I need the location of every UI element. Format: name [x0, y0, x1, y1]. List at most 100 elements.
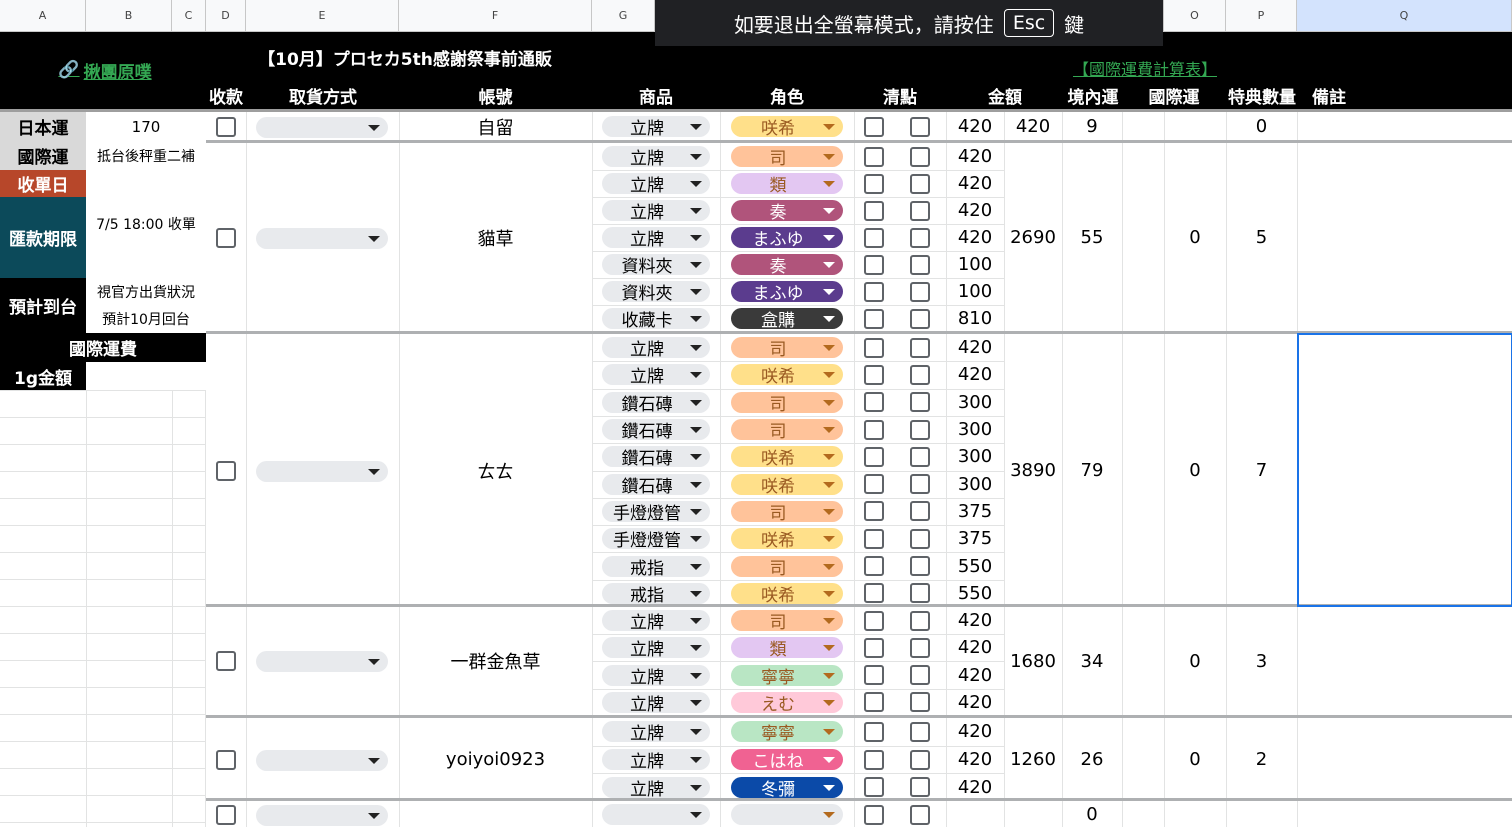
character-chip[interactable]: 咲希 — [731, 446, 843, 469]
column-header-2[interactable]: B — [86, 0, 172, 32]
check-box-1[interactable] — [864, 474, 884, 495]
check-box-1[interactable] — [864, 446, 884, 467]
check-box-1[interactable] — [864, 777, 884, 798]
check-box-2[interactable] — [910, 528, 930, 549]
intl-fee-calculator-link[interactable]: 【國際運費計算表】 — [1065, 56, 1225, 80]
product-dropdown[interactable]: 立牌 — [602, 227, 710, 250]
product-dropdown[interactable]: 戒指 — [602, 582, 710, 606]
check-box-1[interactable] — [864, 637, 884, 658]
check-box-1[interactable] — [864, 721, 884, 742]
check-box-2[interactable] — [910, 364, 930, 385]
product-dropdown[interactable]: 立牌 — [602, 200, 710, 223]
character-chip[interactable]: 盒購 — [731, 308, 843, 331]
check-box-1[interactable] — [864, 364, 884, 385]
product-dropdown[interactable]: 手燈燈管 — [602, 528, 710, 551]
product-dropdown[interactable]: 立牌 — [602, 721, 710, 744]
check-box-2[interactable] — [910, 446, 930, 467]
check-box-1[interactable] — [864, 146, 884, 167]
check-box-1[interactable] — [864, 173, 884, 194]
check-box-2[interactable] — [910, 200, 930, 221]
product-dropdown[interactable]: 立牌 — [602, 337, 710, 360]
check-box-2[interactable] — [910, 583, 930, 604]
product-dropdown[interactable]: 戒指 — [602, 555, 710, 579]
pickup-dropdown[interactable] — [256, 227, 388, 249]
check-box-1[interactable] — [864, 749, 884, 770]
check-box-1[interactable] — [864, 665, 884, 685]
original-post-link[interactable]: 🔗 揪團原噗 — [40, 58, 170, 83]
paid-checkbox[interactable] — [216, 749, 236, 770]
pickup-dropdown[interactable] — [256, 804, 388, 826]
pickup-dropdown[interactable] — [256, 460, 388, 482]
column-header-3[interactable]: C — [172, 0, 206, 32]
product-dropdown[interactable]: 收藏卡 — [602, 308, 710, 331]
character-chip[interactable]: 奏 — [731, 200, 843, 223]
paid-checkbox[interactable] — [216, 804, 236, 825]
check-box-2[interactable] — [910, 637, 930, 658]
pickup-dropdown[interactable] — [256, 651, 388, 673]
check-box-2[interactable] — [910, 501, 930, 522]
product-dropdown[interactable]: 資料夾 — [602, 281, 710, 304]
check-box-2[interactable] — [910, 474, 930, 495]
character-chip[interactable] — [731, 804, 843, 825]
product-dropdown[interactable]: 鑽石磚 — [602, 419, 710, 442]
paid-checkbox[interactable] — [216, 460, 236, 481]
product-dropdown[interactable]: 立牌 — [602, 173, 710, 196]
check-box-1[interactable] — [864, 692, 884, 713]
check-box-2[interactable] — [910, 721, 930, 742]
product-dropdown[interactable]: 手燈燈管 — [602, 500, 710, 524]
check-box-1[interactable] — [864, 556, 884, 577]
check-box-2[interactable] — [910, 610, 930, 631]
character-chip[interactable]: 司 — [731, 500, 843, 524]
product-dropdown[interactable]: 立牌 — [602, 637, 710, 660]
check-box-2[interactable] — [910, 556, 930, 577]
check-box-1[interactable] — [864, 337, 884, 358]
character-chip[interactable]: 奏 — [731, 254, 843, 277]
check-box-1[interactable] — [864, 227, 884, 248]
product-dropdown[interactable]: 立牌 — [602, 116, 710, 139]
check-box-1[interactable] — [864, 501, 884, 522]
check-box-1[interactable] — [864, 610, 884, 631]
character-chip[interactable]: 咲希 — [731, 528, 843, 551]
check-box-1[interactable] — [864, 200, 884, 221]
product-dropdown[interactable]: 鑽石磚 — [602, 473, 710, 497]
character-chip[interactable]: 咲希 — [731, 364, 843, 387]
column-header-1[interactable]: A — [0, 0, 86, 32]
check-box-2[interactable] — [910, 392, 930, 413]
character-chip[interactable]: 類 — [731, 637, 843, 660]
character-chip[interactable]: 寧寧 — [731, 721, 843, 744]
product-dropdown[interactable] — [602, 804, 710, 825]
check-box-1[interactable] — [864, 254, 884, 275]
pickup-dropdown[interactable] — [256, 116, 388, 138]
check-box-1[interactable] — [864, 804, 884, 825]
product-dropdown[interactable]: 立牌 — [602, 610, 710, 633]
product-dropdown[interactable]: 立牌 — [602, 364, 710, 387]
check-box-2[interactable] — [910, 173, 930, 194]
check-box-2[interactable] — [910, 665, 930, 685]
column-header-4[interactable]: D — [206, 0, 246, 32]
character-chip[interactable]: 冬彌 — [731, 776, 843, 800]
character-chip[interactable]: えむ — [731, 691, 843, 715]
product-dropdown[interactable]: 立牌 — [602, 776, 710, 800]
check-box-1[interactable] — [864, 116, 884, 137]
character-chip[interactable]: 司 — [731, 337, 843, 360]
check-box-2[interactable] — [910, 146, 930, 167]
check-box-2[interactable] — [910, 749, 930, 770]
character-chip[interactable]: 司 — [731, 610, 843, 633]
column-header-6[interactable]: F — [399, 0, 592, 32]
character-chip[interactable]: 咲希 — [731, 116, 843, 139]
check-box-1[interactable] — [864, 308, 884, 329]
character-chip[interactable]: 咲希 — [731, 473, 843, 497]
paid-checkbox[interactable] — [216, 116, 236, 137]
check-box-1[interactable] — [864, 281, 884, 302]
check-box-2[interactable] — [910, 254, 930, 275]
check-box-2[interactable] — [910, 116, 930, 137]
column-header-7[interactable]: G — [592, 0, 655, 32]
product-dropdown[interactable]: 立牌 — [602, 749, 710, 772]
character-chip[interactable]: 司 — [731, 555, 843, 579]
character-chip[interactable]: 司 — [731, 146, 843, 169]
character-chip[interactable]: まふゆ — [731, 227, 843, 250]
character-chip[interactable]: 類 — [731, 173, 843, 196]
character-chip[interactable]: 寧寧 — [731, 664, 843, 688]
character-chip[interactable]: 司 — [731, 419, 843, 442]
selected-cell-outline[interactable] — [1297, 333, 1512, 607]
